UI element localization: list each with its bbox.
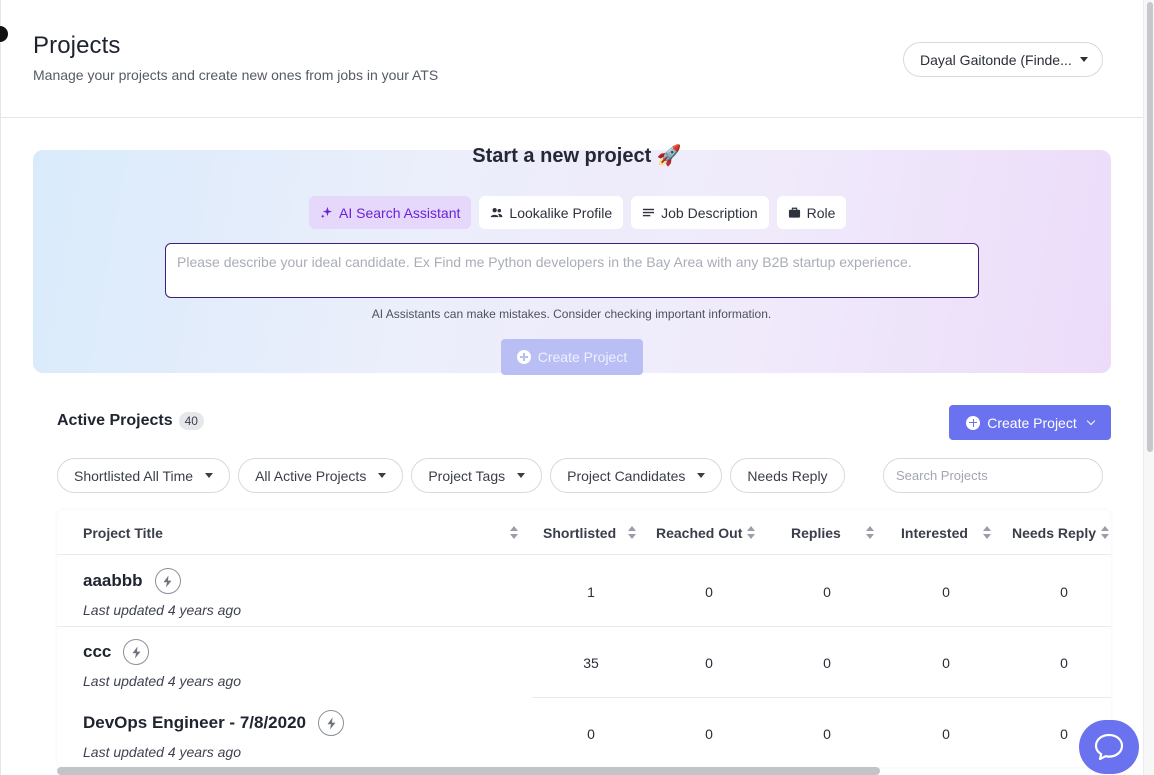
filter-label: Shortlisted All Time [74, 467, 194, 484]
tab-role[interactable]: Role [776, 196, 847, 229]
projects-table: Project Title Shortlisted Reached Out Re… [57, 510, 1111, 767]
filter-project-tags[interactable]: Project Tags [411, 458, 543, 493]
cell-reached-out: 0 [705, 655, 713, 671]
column-replies[interactable]: Replies [791, 510, 841, 555]
lightning-icon[interactable] [318, 710, 344, 736]
briefcase-icon [788, 207, 800, 218]
sort-icon[interactable] [866, 526, 874, 540]
search-projects-input[interactable] [883, 458, 1103, 493]
filter-label: Project Candidates [567, 467, 686, 484]
cell-shortlisted: 35 [583, 655, 599, 671]
cell-needs-reply: 0 [1060, 655, 1068, 671]
caret-down-icon [1080, 57, 1088, 62]
cell-reached-out: 0 [705, 726, 713, 742]
tab-label: Lookalike Profile [509, 204, 613, 221]
tab-label: AI Search Assistant [339, 204, 461, 221]
chat-button[interactable] [1079, 720, 1139, 774]
filter-label: Project Tags [428, 467, 506, 484]
project-title-text: ccc [83, 642, 112, 661]
horizontal-scrollbar[interactable] [57, 767, 880, 775]
page-subtitle: Manage your projects and create new ones… [33, 67, 439, 83]
caret-down-icon [378, 473, 387, 478]
plus-circle-icon [516, 350, 531, 364]
active-projects-title: Active Projects [57, 412, 173, 429]
tab-label: Role [806, 204, 836, 221]
cell-interested: 0 [942, 655, 950, 671]
vertical-scrollbar-thumb[interactable] [1147, 2, 1153, 452]
column-shortlisted[interactable]: Shortlisted [543, 510, 616, 555]
project-count-badge: 40 [178, 412, 204, 430]
plus-circle-icon [966, 415, 981, 430]
people-icon [491, 208, 503, 218]
cell-interested: 0 [942, 584, 950, 600]
caret-down-icon [697, 473, 706, 478]
create-project-button[interactable]: Create Project [949, 405, 1111, 440]
create-project-button-disabled[interactable]: Create Project [501, 339, 643, 375]
tab-lookalike-profile[interactable]: Lookalike Profile [479, 196, 624, 229]
cell-reached-out: 0 [705, 584, 713, 600]
lines-icon [643, 208, 655, 217]
project-title[interactable]: aaabbb [83, 568, 181, 594]
caret-down-icon [205, 473, 214, 478]
project-title-text: aaabbb [83, 571, 143, 590]
page-title: Projects [33, 32, 121, 59]
filter-project-candidates[interactable]: Project Candidates [550, 458, 723, 493]
ai-disclaimer: AI Assistants can make mistakes. Conside… [371, 307, 772, 321]
tab-job-description[interactable]: Job Description [631, 196, 769, 229]
sort-icon[interactable] [747, 526, 755, 540]
table-row[interactable]: ccc Last updated 4 years ago 35 0 0 0 0 [57, 627, 1111, 698]
tab-label: Job Description [661, 204, 758, 221]
sort-icon[interactable] [1101, 526, 1109, 540]
sparkle-icon [320, 206, 333, 219]
chevron-down-icon [1086, 416, 1095, 425]
account-label: Dayal Gaitonde (Finde... [920, 51, 1072, 68]
cell-shortlisted: 0 [587, 726, 595, 742]
column-project-title[interactable]: Project Title [83, 510, 163, 555]
chat-bubble-icon [1094, 733, 1124, 761]
project-title-text: DevOps Engineer - 7/8/2020 [83, 713, 306, 732]
project-last-updated: Last updated 4 years ago [83, 744, 242, 760]
active-projects-heading: Active Projects 40 [57, 412, 204, 430]
cell-shortlisted: 1 [587, 584, 595, 600]
button-label: Create Project [537, 349, 628, 365]
sort-icon[interactable] [628, 526, 636, 540]
project-last-updated: Last updated 4 years ago [83, 673, 242, 689]
filter-project-status[interactable]: All Active Projects [238, 458, 404, 493]
column-needs-reply[interactable]: Needs Reply [1012, 510, 1096, 555]
cell-replies: 0 [823, 655, 831, 671]
cell-needs-reply: 0 [1060, 726, 1068, 742]
sort-icon[interactable] [510, 526, 518, 540]
account-select[interactable]: Dayal Gaitonde (Finde... [903, 42, 1103, 77]
column-reached-out[interactable]: Reached Out [656, 510, 742, 555]
project-title[interactable]: ccc [83, 639, 150, 665]
button-label: Create Project [987, 414, 1077, 431]
tab-ai-search-assistant[interactable]: AI Search Assistant [309, 196, 472, 229]
new-project-title: Start a new project 🚀 [472, 145, 682, 167]
filter-label: All Active Projects [255, 467, 367, 484]
table-row[interactable]: DevOps Engineer - 7/8/2020 Last updated … [57, 698, 1111, 767]
table-header: Project Title Shortlisted Reached Out Re… [57, 510, 1111, 555]
cell-interested: 0 [942, 726, 950, 742]
candidate-description-input[interactable] [165, 243, 979, 298]
column-interested[interactable]: Interested [901, 510, 968, 555]
cell-replies: 0 [823, 726, 831, 742]
sort-icon[interactable] [983, 526, 991, 540]
lightning-icon[interactable] [154, 568, 181, 594]
cell-needs-reply: 0 [1060, 584, 1068, 600]
page-header: Projects Manage your projects and create… [0, 0, 1143, 118]
project-mode-tabs: AI Search Assistant Lookalike Profile Jo… [309, 196, 847, 229]
filter-needs-reply[interactable]: Needs Reply [730, 458, 845, 493]
project-filters: Shortlisted All Time All Active Projects… [57, 458, 845, 493]
table-row[interactable]: aaabbb Last updated 4 years ago 1 0 0 0 … [57, 556, 1111, 627]
vertical-scrollbar-track[interactable] [1143, 0, 1154, 775]
caret-down-icon [517, 473, 526, 478]
project-title[interactable]: DevOps Engineer - 7/8/2020 [83, 710, 344, 736]
filter-shortlisted-time[interactable]: Shortlisted All Time [57, 458, 231, 493]
cell-replies: 0 [823, 584, 831, 600]
project-last-updated: Last updated 4 years ago [83, 602, 242, 618]
filter-label: Needs Reply [747, 467, 828, 484]
lightning-icon[interactable] [123, 639, 150, 665]
